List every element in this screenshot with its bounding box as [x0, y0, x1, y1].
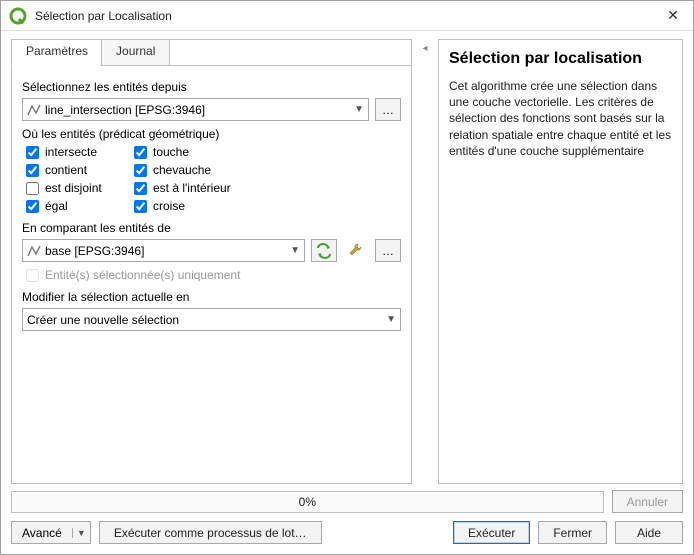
compare-from-value: base [EPSG:3946]: [45, 244, 290, 258]
line-layer-icon-2: [27, 244, 41, 258]
compare-from-combo[interactable]: base [EPSG:3946] ▼: [22, 239, 305, 262]
check-intersects-input[interactable]: [26, 146, 39, 159]
check-equals-input[interactable]: [26, 200, 39, 213]
options-button[interactable]: [343, 239, 369, 262]
check-crosses[interactable]: croise: [134, 199, 401, 213]
compare-from-more-button[interactable]: …: [375, 239, 401, 262]
check-contains[interactable]: contient: [26, 163, 126, 177]
select-from-value: line_intersection [EPSG:3946]: [45, 103, 354, 117]
close-icon[interactable]: ✕: [661, 7, 685, 24]
check-touches-input[interactable]: [134, 146, 147, 159]
check-overlaps-input[interactable]: [134, 164, 147, 177]
dialog-body: Paramètres Journal Sélectionnez les enti…: [1, 31, 693, 488]
tab-log[interactable]: Journal: [101, 39, 170, 66]
chevron-down-icon-3: ▼: [386, 314, 396, 325]
left-pane: Paramètres Journal Sélectionnez les enti…: [11, 39, 412, 484]
select-from-combo[interactable]: line_intersection [EPSG:3946] ▼: [22, 98, 369, 121]
check-within[interactable]: est à l'intérieur: [134, 181, 401, 195]
help-pane: Sélection par localisation Cet algorithm…: [438, 39, 683, 484]
batch-button[interactable]: Exécuter comme processus de lot…: [99, 521, 322, 544]
collapse-handle[interactable]: ◂: [420, 39, 430, 484]
window-title: Sélection par Localisation: [35, 9, 661, 23]
help-button[interactable]: Aide: [615, 521, 683, 544]
tab-parameters-body: Sélectionnez les entités depuis line_int…: [12, 65, 411, 483]
modify-value: Créer une nouvelle sélection: [27, 313, 386, 327]
progress-text: 0%: [299, 495, 316, 509]
check-contains-input[interactable]: [26, 164, 39, 177]
footer: Avancé ▼ Exécuter comme processus de lot…: [1, 515, 693, 554]
help-text: Cet algorithme crée une sélection dans u…: [449, 78, 672, 159]
titlebar: Sélection par Localisation ✕: [1, 1, 693, 31]
check-overlaps[interactable]: chevauche: [134, 163, 401, 177]
progress-area: 0% Annuler: [1, 488, 693, 515]
label-modify: Modifier la sélection actuelle en: [22, 290, 401, 304]
advanced-button[interactable]: Avancé ▼: [11, 521, 91, 544]
chevron-down-icon: ▼: [354, 104, 364, 115]
predicate-grid: intersecte touche contient chevauche est…: [26, 145, 401, 213]
label-compare-from: En comparant les entités de: [22, 221, 401, 235]
run-button[interactable]: Exécuter: [453, 521, 530, 544]
check-within-input[interactable]: [134, 182, 147, 195]
check-selected-only-input: [26, 269, 39, 282]
line-layer-icon: [27, 103, 41, 117]
label-select-from: Sélectionnez les entités depuis: [22, 80, 401, 94]
progress-bar: 0%: [11, 491, 604, 513]
check-touches[interactable]: touche: [134, 145, 401, 159]
cancel-button[interactable]: Annuler: [612, 490, 683, 513]
select-from-more-button[interactable]: …: [375, 98, 401, 121]
app-icon: [9, 7, 27, 25]
tab-parameters[interactable]: Paramètres: [11, 39, 103, 66]
iterate-button[interactable]: [311, 239, 337, 262]
chevron-down-icon-2: ▼: [290, 245, 300, 256]
chevron-down-icon-4: ▼: [72, 528, 90, 538]
tab-bar: Paramètres Journal: [12, 40, 411, 66]
help-title: Sélection par localisation: [449, 50, 672, 68]
label-predicate: Où les entités (prédicat géométrique): [22, 127, 401, 141]
check-intersects[interactable]: intersecte: [26, 145, 126, 159]
close-button[interactable]: Fermer: [538, 521, 607, 544]
check-selected-only: Entité(s) sélectionnée(s) uniquement: [26, 268, 401, 282]
check-equals[interactable]: égal: [26, 199, 126, 213]
check-crosses-input[interactable]: [134, 200, 147, 213]
check-disjoint[interactable]: est disjoint: [26, 181, 126, 195]
dialog-window: Sélection par Localisation ✕ Paramètres …: [0, 0, 694, 555]
check-disjoint-input[interactable]: [26, 182, 39, 195]
modify-combo[interactable]: Créer une nouvelle sélection ▼: [22, 308, 401, 331]
